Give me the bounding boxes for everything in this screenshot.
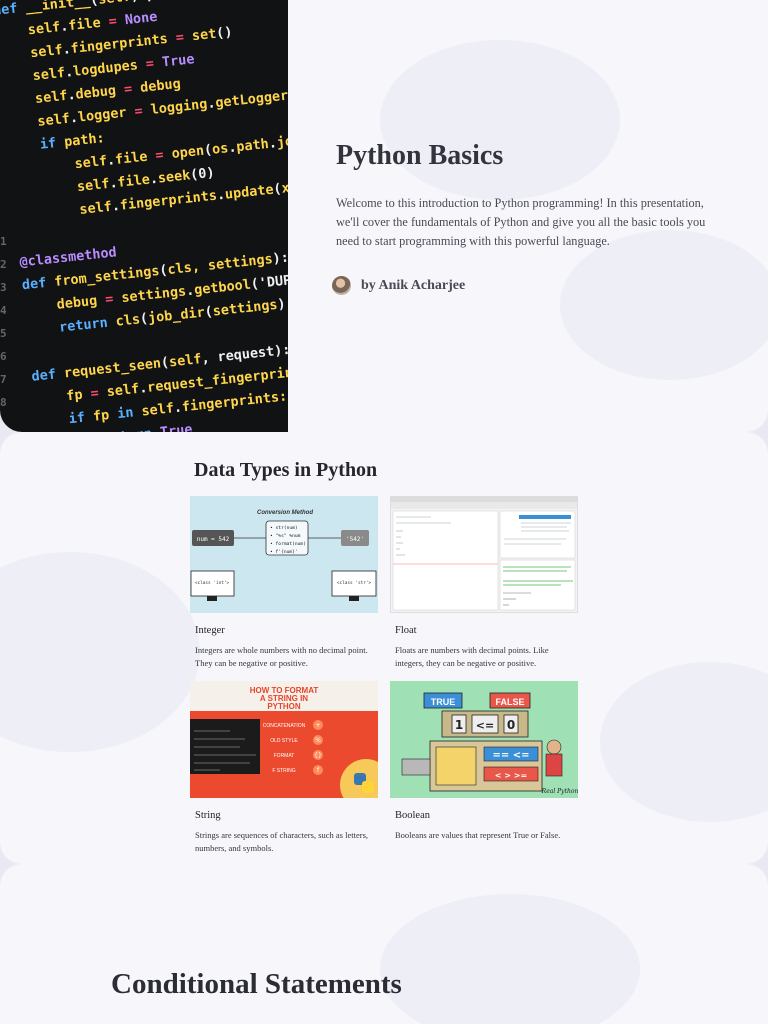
- method-text: • str(num): [270, 525, 298, 531]
- operator-symbol: <=: [476, 719, 494, 732]
- card-float: Float Floats are numbers with decimal po…: [390, 496, 578, 670]
- format-item: CONCATENATION: [263, 723, 306, 729]
- boolean-machine-image: TRUE FALSE 1 <= 0 == <= < > >= Real Pyth…: [390, 681, 578, 798]
- line-number: 3: [0, 281, 7, 294]
- string-format-image: HOW TO FORMAT A STRING IN PYTHON CONCATE…: [190, 681, 378, 798]
- card-title: String: [195, 810, 221, 821]
- equals-symbol: == <=: [493, 750, 530, 761]
- badge-symbol: {}: [314, 752, 322, 759]
- line-number: 4: [0, 304, 7, 317]
- person-head: [546, 739, 562, 755]
- line-number: 1: [0, 235, 7, 248]
- line-number: 2: [0, 258, 7, 271]
- card-description: Strings are sequences of characters, suc…: [195, 830, 369, 853]
- ide-help-header: [519, 515, 571, 519]
- background-blob: [0, 552, 200, 752]
- line-number: 5: [0, 327, 7, 340]
- memory-grid: [435, 746, 477, 786]
- python-logo-icon: [362, 781, 374, 793]
- code-box: [190, 719, 260, 774]
- card-boolean: TRUE FALSE 1 <= 0 == <= < > >= Real Pyth…: [390, 681, 578, 842]
- slide-title: Data Types in Python: [194, 459, 378, 481]
- ide-menubar: [391, 497, 577, 502]
- line-number: 7: [0, 373, 7, 386]
- boolean-machine-graphic: TRUE FALSE 1 <= 0 == <= < > >= Real Pyth…: [401, 692, 578, 795]
- card-integer: Conversion Method num = 542 • str(num) •…: [190, 496, 378, 670]
- line-number: 8: [0, 396, 7, 409]
- slide-data-types: Data Types in Python Conversion Method n…: [0, 432, 768, 864]
- float-ide-screenshot: [390, 496, 578, 613]
- method-text: • f'{num}': [270, 549, 298, 555]
- graphic-title-line3: PYTHON: [267, 702, 301, 711]
- card-description: Booleans are values that represent True …: [395, 830, 561, 840]
- slide-conditional-statements: Conditional Statements: [0, 864, 768, 1024]
- person-body: [545, 753, 563, 777]
- card-string: HOW TO FORMAT A STRING IN PYTHON CONCATE…: [190, 681, 378, 855]
- button-symbols: < > >=: [495, 771, 527, 780]
- string-format-graphic: HOW TO FORMAT A STRING IN PYTHON CONCATE…: [190, 681, 378, 798]
- slide-python-basics: def __init__(self, path=None, debug=Fals…: [0, 0, 768, 432]
- card-title: Boolean: [395, 810, 430, 821]
- line-number: 6: [0, 350, 7, 363]
- intro-paragraph: Welcome to this introduction to Python p…: [336, 196, 706, 248]
- card-description: Integers are whole numbers with no decim…: [195, 645, 368, 668]
- format-item: OLD STYLE: [270, 738, 298, 744]
- method-text: • "%s" %num: [270, 533, 301, 539]
- brand-signature: Real Python: [541, 788, 578, 795]
- diagram-heading: Conversion Method: [257, 510, 313, 516]
- background-blob: [380, 40, 620, 200]
- avatar: [332, 276, 351, 295]
- left-value-text: num = 542: [197, 536, 230, 543]
- code-lines: def __init__(self, path=None, debug=Fals…: [0, 0, 288, 432]
- card-description: Floats are numbers with decimal points. …: [395, 645, 549, 668]
- right-monitor-label: <class 'str'>: [337, 580, 372, 586]
- true-sign-text: TRUE: [431, 697, 456, 707]
- background-blob: [560, 230, 768, 380]
- slide-title: Python Basics: [336, 140, 504, 171]
- card-title: Integer: [195, 625, 225, 636]
- ide-window: [391, 497, 577, 611]
- monitor-stand: [207, 596, 217, 601]
- operand-right: 0: [507, 718, 515, 732]
- background-blob: [380, 894, 640, 1024]
- slide-title: Conditional Statements: [111, 968, 402, 1000]
- method-text: • format(num): [270, 541, 306, 547]
- conversion-diagram: Conversion Method num = 542 • str(num) •…: [190, 510, 377, 601]
- right-value-text: '542': [346, 536, 364, 543]
- ide-editor-pane: [392, 510, 499, 611]
- integer-conversion-image: Conversion Method num = 542 • str(num) •…: [190, 496, 378, 613]
- pipe: [401, 758, 431, 776]
- card-title: Float: [395, 625, 417, 636]
- ide-toolbar: [391, 502, 577, 509]
- code-screenshot-image: def __init__(self, path=None, debug=Fals…: [0, 0, 288, 432]
- false-sign-text: FALSE: [495, 697, 524, 707]
- badge-symbol: %: [315, 737, 321, 744]
- badge-symbol: +: [315, 722, 320, 729]
- left-monitor-label: <class 'int'>: [195, 580, 230, 586]
- background-blob: [600, 662, 768, 822]
- operand-left: 1: [455, 718, 463, 732]
- monitor-stand: [349, 596, 359, 601]
- format-item: FORMAT: [274, 753, 295, 759]
- author-byline: by Anik Acharjee: [332, 276, 465, 295]
- line-number-gutter: 1 2 3 4 5 6 7 8: [0, 230, 14, 414]
- author-name: by Anik Acharjee: [361, 277, 466, 293]
- format-item: F STRING: [272, 768, 295, 774]
